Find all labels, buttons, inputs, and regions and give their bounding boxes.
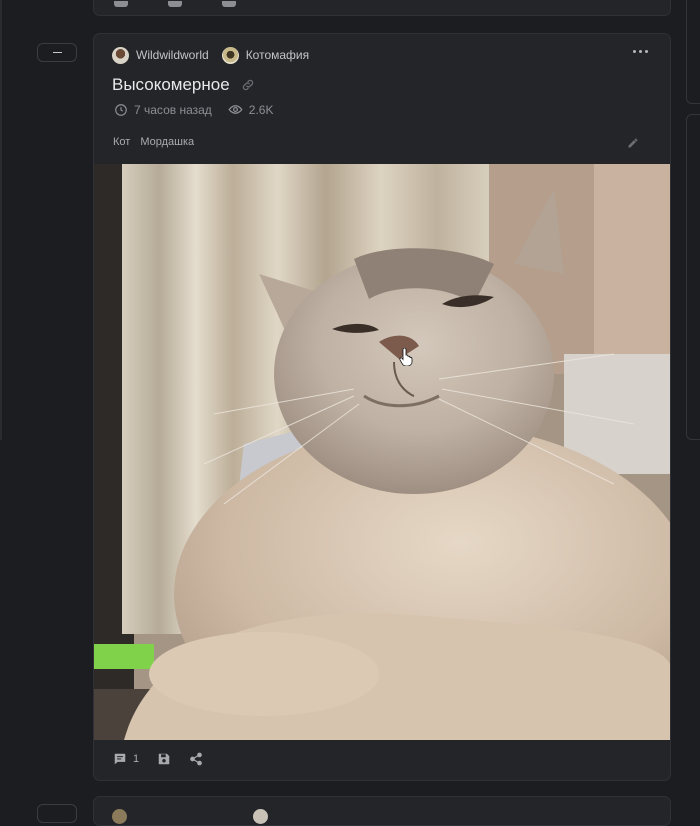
previous-post-actions [114,1,236,7]
community-avatar[interactable] [253,809,268,824]
post-title[interactable]: Высокомерное [112,75,230,95]
left-divider [0,0,2,440]
more-options-button[interactable] [633,50,648,53]
share-icon [190,752,202,766]
post-stats: 7 часов назад 2.6K [114,102,273,117]
views-count: 2.6K [248,102,274,117]
clock-icon [115,103,127,116]
tags-list: Кот Мордашка [113,136,194,148]
post-actions: 1 [113,752,221,766]
share-icon[interactable] [222,1,236,7]
views-counter: 2.6K [228,102,274,117]
author-avatar[interactable] [112,46,129,64]
cat-photo [94,164,670,740]
comments-button[interactable]: 1 [113,752,139,766]
tag-cat[interactable]: Кот [113,136,130,148]
author-avatar[interactable] [112,809,127,824]
floppy-disk-icon[interactable] [168,1,182,7]
save-button[interactable] [157,752,171,766]
pencil-icon[interactable] [627,137,639,149]
post-meta: Wildwildworld Котомафия [112,46,309,64]
community-avatar[interactable] [221,46,239,64]
post-card: Wildwildworld Котомафия Высокомерное 7 ч… [93,33,671,781]
share-button[interactable] [189,752,203,766]
collapse-post-button[interactable] [37,43,77,62]
comments-count: 1 [133,753,140,765]
community-name[interactable]: Котомафия [246,48,309,62]
comment-icon [114,753,126,765]
post-image[interactable] [94,164,670,740]
eye-icon [228,105,243,114]
right-panel-edge [686,0,700,104]
next-post-meta [112,809,268,824]
next-post-card [93,796,671,826]
author-name[interactable]: Wildwildworld [136,48,209,62]
tag-face[interactable]: Мордашка [140,136,194,148]
comment-icon[interactable] [114,1,128,7]
right-panel-edge-lower [686,114,700,440]
previous-post-card [93,0,671,16]
minus-icon [52,52,62,53]
post-title-row: Высокомерное [112,75,255,95]
link-icon[interactable] [241,78,255,92]
more-horizontal-icon [633,50,636,53]
post-time: 7 часов назад [134,102,212,117]
floppy-disk-icon [158,753,170,765]
